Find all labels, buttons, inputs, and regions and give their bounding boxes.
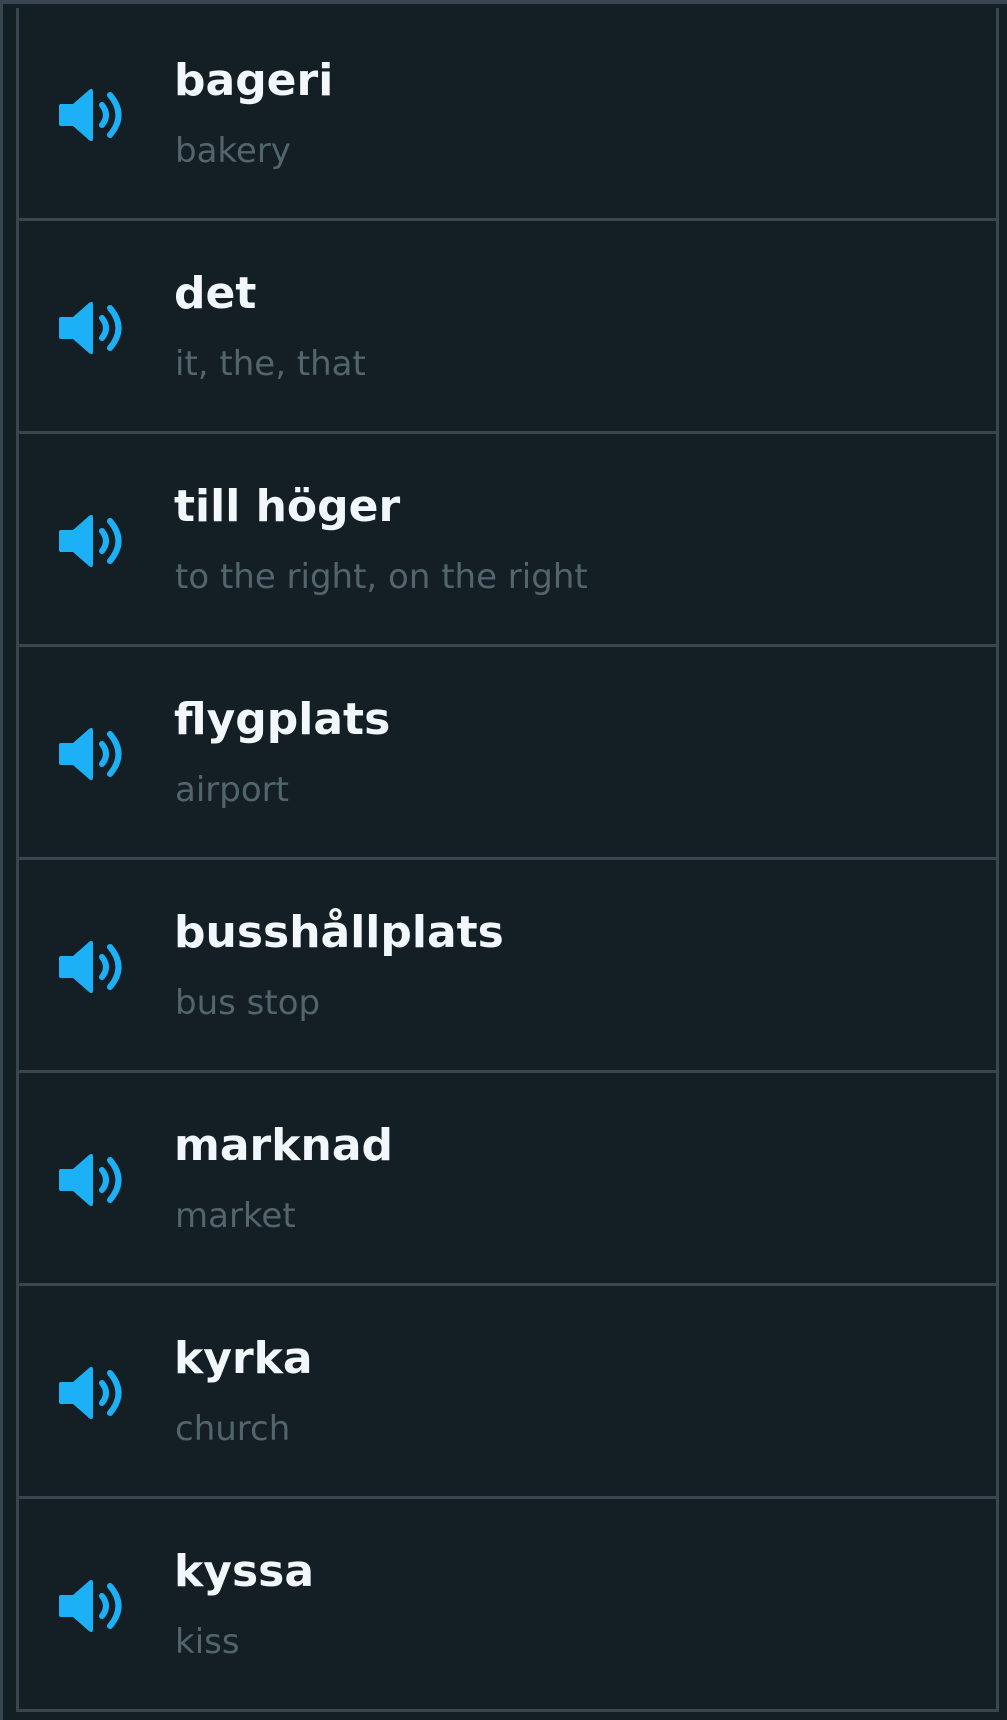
word-row[interactable]: till höger to the right, on the right bbox=[16, 434, 999, 647]
word-row[interactable]: kyssa kiss bbox=[16, 1499, 999, 1712]
speaker-icon[interactable] bbox=[59, 1152, 131, 1208]
word-row[interactable]: det it, the, that bbox=[16, 221, 999, 434]
word-row[interactable]: flygplats airport bbox=[16, 647, 999, 860]
word-row[interactable]: marknad market bbox=[16, 1073, 999, 1286]
speaker-icon[interactable] bbox=[59, 939, 131, 995]
word-text: marknad bbox=[174, 1120, 394, 1171]
word-text: busshållplats bbox=[174, 907, 504, 958]
word-translation: market bbox=[175, 1196, 296, 1236]
word-translation: bus stop bbox=[175, 983, 321, 1023]
word-list-panel: bageri bakery det it, the, that till hög… bbox=[0, 0, 1007, 1720]
word-translation: kiss bbox=[175, 1622, 240, 1662]
word-row[interactable]: kyrka church bbox=[16, 1286, 999, 1499]
speaker-icon[interactable] bbox=[59, 1578, 131, 1634]
word-text: bageri bbox=[174, 55, 334, 106]
word-text: det bbox=[174, 268, 257, 319]
speaker-icon[interactable] bbox=[59, 87, 131, 143]
word-row[interactable]: bageri bakery bbox=[16, 8, 999, 221]
word-translation: church bbox=[175, 1409, 291, 1449]
word-text: till höger bbox=[174, 481, 401, 532]
word-text: kyrka bbox=[174, 1333, 313, 1384]
speaker-icon[interactable] bbox=[59, 300, 131, 356]
word-list: bageri bakery det it, the, that till hög… bbox=[16, 8, 999, 1712]
word-translation: bakery bbox=[175, 131, 291, 171]
word-text: flygplats bbox=[174, 694, 391, 745]
speaker-icon[interactable] bbox=[59, 726, 131, 782]
speaker-icon[interactable] bbox=[59, 513, 131, 569]
word-translation: airport bbox=[175, 770, 289, 810]
speaker-icon[interactable] bbox=[59, 1365, 131, 1421]
word-text: kyssa bbox=[174, 1546, 315, 1597]
word-translation: it, the, that bbox=[175, 344, 366, 384]
word-translation: to the right, on the right bbox=[175, 557, 588, 597]
word-row[interactable]: busshållplats bus stop bbox=[16, 860, 999, 1073]
